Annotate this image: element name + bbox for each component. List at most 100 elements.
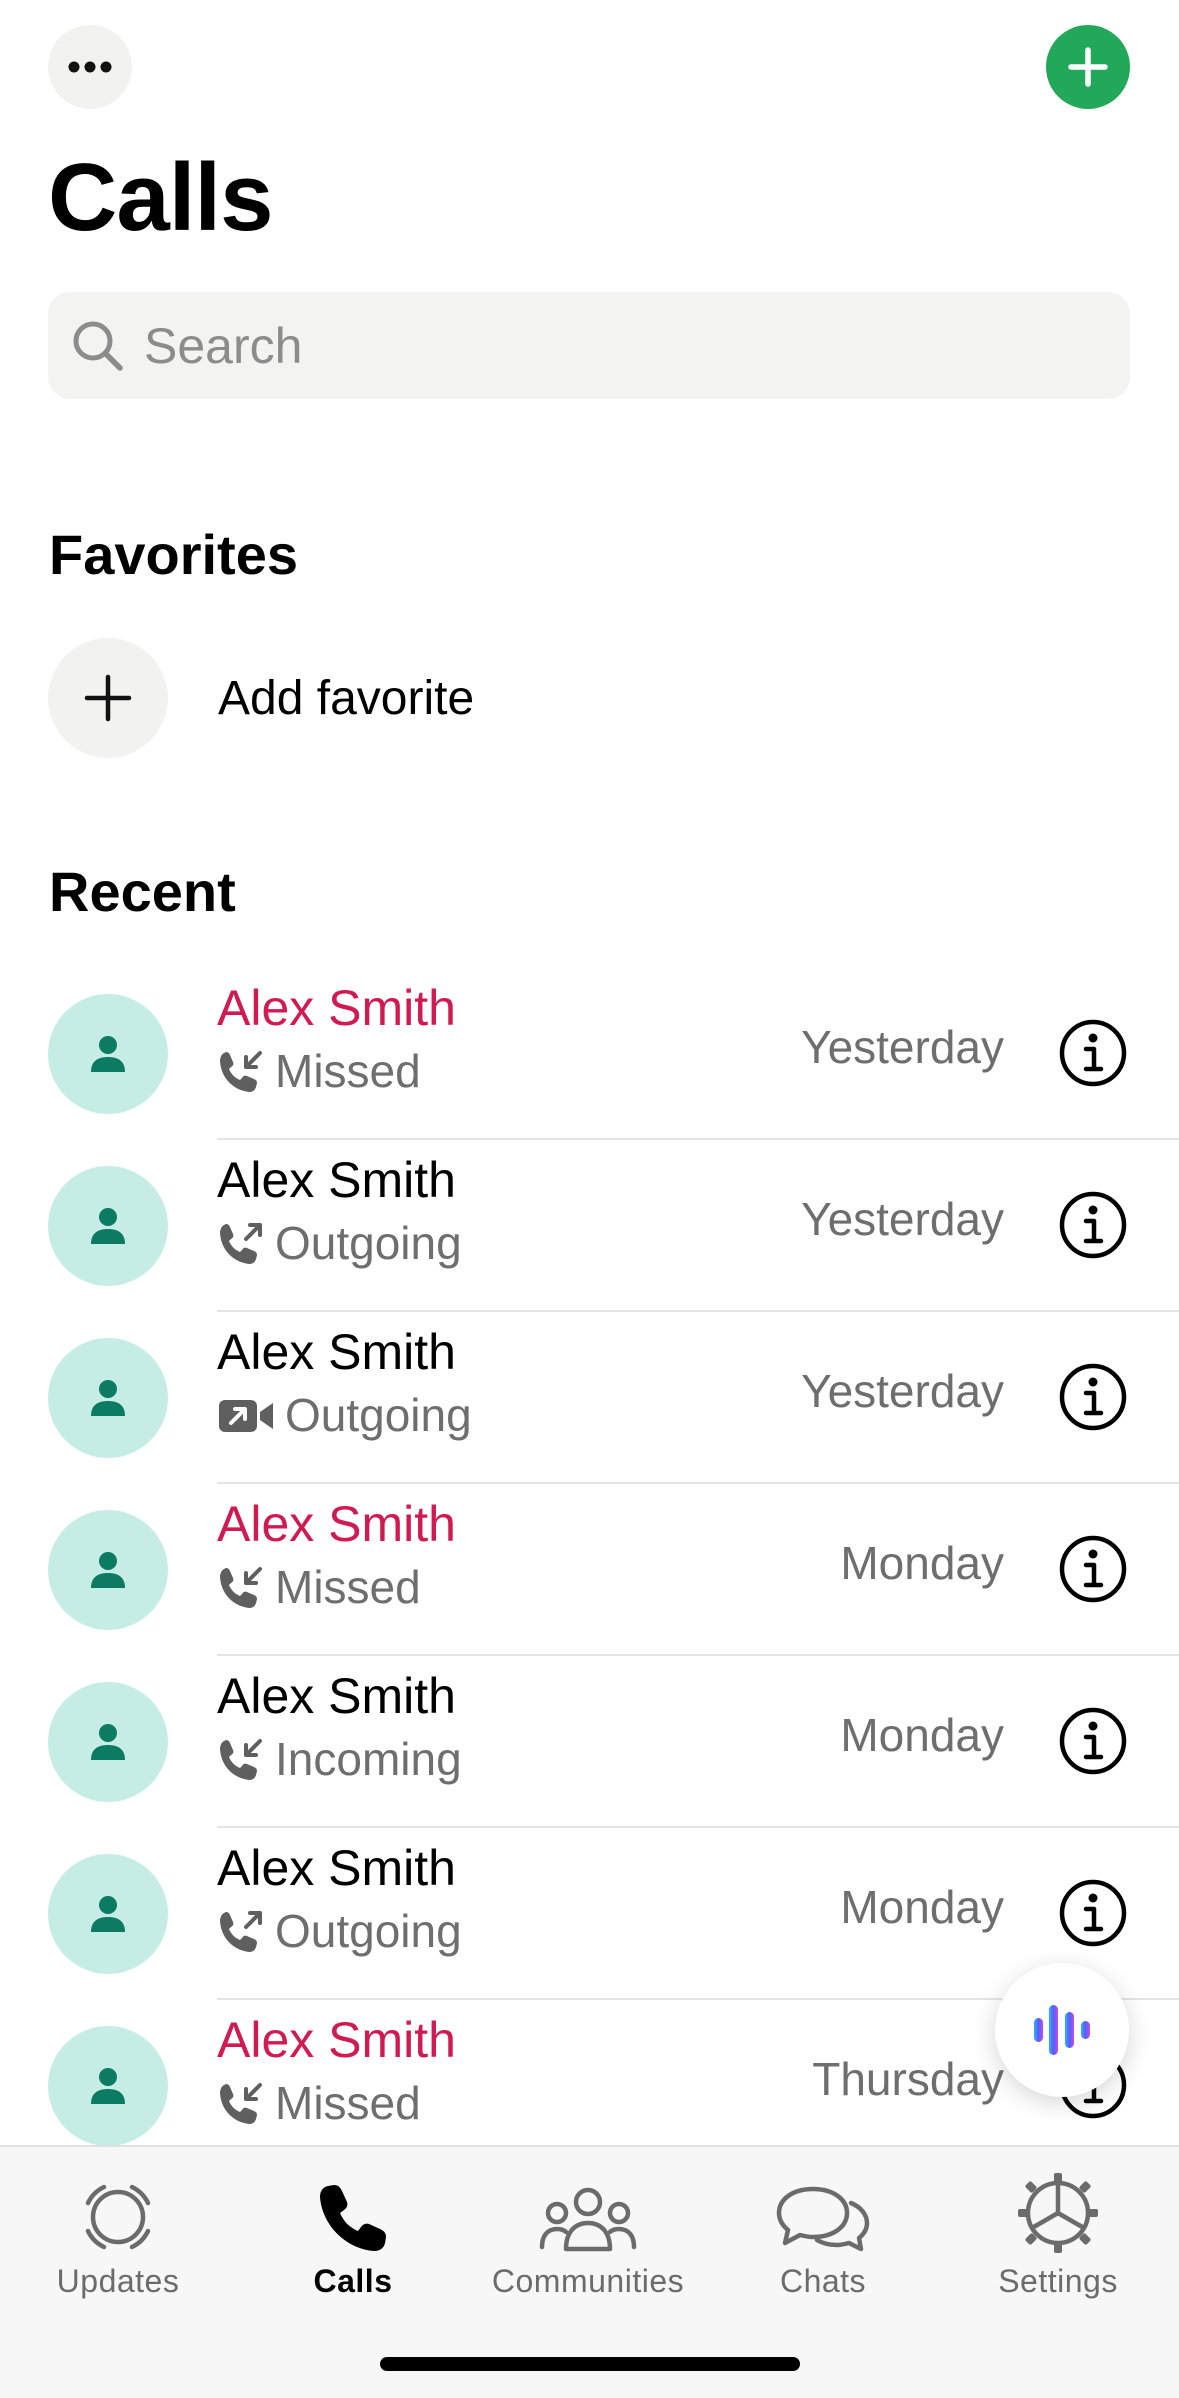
call-time: Monday (840, 1709, 1004, 1761)
add-favorite-label: Add favorite (218, 671, 475, 725)
contact-name: Alex Smith (217, 1840, 456, 1896)
contact-name: Alex Smith (217, 2012, 456, 2068)
video-outgoing-icon (217, 1396, 275, 1436)
communities-icon (539, 2187, 637, 2252)
person-icon (86, 2064, 130, 2108)
search-icon (70, 318, 126, 374)
call-type-label: Missed (275, 1045, 421, 1097)
home-indicator (380, 2357, 800, 2371)
plus-icon (1068, 47, 1108, 87)
call-type-label: Outgoing (285, 1389, 472, 1441)
contact-name: Alex Smith (217, 1152, 456, 1208)
call-row[interactable]: Alex Smith Outgoing Yesterday (0, 1312, 1179, 1484)
new-call-button[interactable] (1046, 25, 1130, 109)
call-type: Outgoing (217, 1904, 462, 1959)
tab-label: Updates (56, 2263, 180, 2299)
updates-icon (85, 2184, 151, 2250)
tab-calls[interactable]: Calls (243, 2165, 463, 2300)
avatar (48, 1338, 168, 1458)
tab-label: Calls (313, 2263, 393, 2299)
person-icon (86, 1548, 130, 1592)
search-input[interactable] (144, 316, 1044, 375)
person-icon (86, 1720, 130, 1764)
call-row[interactable]: Alex Smith Outgoing Yesterday (0, 1140, 1179, 1312)
ellipsis-icon (68, 61, 112, 73)
contact-name: Alex Smith (217, 980, 456, 1036)
info-button[interactable] (1058, 1534, 1128, 1604)
call-type: Outgoing (217, 1388, 472, 1443)
tab-chats[interactable]: Chats (713, 2165, 933, 2300)
info-icon (1058, 1018, 1128, 1088)
call-row[interactable]: Alex Smith Missed Monday (0, 1484, 1179, 1656)
avatar (48, 1510, 168, 1630)
voice-incoming-icon (217, 2080, 265, 2128)
person-icon (86, 1032, 130, 1076)
phone-icon (320, 2185, 386, 2251)
info-button[interactable] (1058, 1018, 1128, 1088)
ai-waveform-icon (1034, 2005, 1090, 2055)
tab-label: Communities (491, 2263, 685, 2299)
call-time: Yesterday (801, 1021, 1004, 1073)
search-bar[interactable] (48, 292, 1130, 399)
page-title: Calls (48, 144, 273, 251)
call-time: Monday (840, 1881, 1004, 1933)
contact-name: Alex Smith (217, 1324, 456, 1380)
contact-name: Alex Smith (217, 1496, 456, 1552)
info-button[interactable] (1058, 1362, 1128, 1432)
recent-section-title: Recent (49, 860, 236, 923)
ai-assistant-button[interactable] (995, 1963, 1129, 2097)
person-icon (86, 1204, 130, 1248)
call-time: Yesterday (801, 1365, 1004, 1417)
info-button[interactable] (1058, 1706, 1128, 1776)
call-type-label: Outgoing (275, 1217, 462, 1269)
settings-icon (1018, 2173, 1098, 2253)
call-row[interactable]: Alex Smith Outgoing Monday (0, 1828, 1179, 2000)
call-type: Missed (217, 1560, 421, 1615)
info-icon (1058, 1190, 1128, 1260)
avatar (48, 994, 168, 1114)
person-icon (86, 1376, 130, 1420)
favorites-section-title: Favorites (49, 523, 298, 586)
avatar (48, 1682, 168, 1802)
info-button[interactable] (1058, 1878, 1128, 1948)
info-icon (1058, 1534, 1128, 1604)
call-time: Yesterday (801, 1193, 1004, 1245)
info-button[interactable] (1058, 1190, 1128, 1260)
avatar (48, 1166, 168, 1286)
avatar (48, 1854, 168, 1974)
voice-incoming-icon (217, 1048, 265, 1096)
add-favorite-icon-circle (48, 638, 168, 758)
call-row[interactable]: Alex Smith Incoming Monday (0, 1656, 1179, 1828)
call-type-label: Missed (275, 2077, 421, 2129)
plus-icon (84, 674, 132, 722)
chats-icon (776, 2186, 870, 2252)
voice-incoming-icon (217, 1564, 265, 1612)
tab-communities[interactable]: Communities (478, 2165, 698, 2300)
info-icon (1058, 1706, 1128, 1776)
call-type: Incoming (217, 1732, 462, 1787)
tab-updates[interactable]: Updates (8, 2165, 228, 2300)
call-type-label: Outgoing (275, 1905, 462, 1957)
tab-label: Chats (779, 2263, 867, 2299)
call-type-label: Missed (275, 1561, 421, 1613)
recent-calls-list: Alex Smith Missed Yesterday Alex Smith Outgo… (0, 968, 1179, 2145)
call-type-label: Incoming (275, 1733, 462, 1785)
info-icon (1058, 1362, 1128, 1432)
add-favorite-button[interactable]: Add favorite (48, 637, 1130, 759)
contact-name: Alex Smith (217, 1668, 456, 1724)
call-time: Thursday (812, 2053, 1004, 2105)
call-time: Monday (840, 1537, 1004, 1589)
info-icon (1058, 1878, 1128, 1948)
tab-bar: Updates Calls Communities Chats Settings (0, 2145, 1179, 2398)
avatar (48, 2026, 168, 2145)
voice-outgoing-icon (217, 1908, 265, 1956)
voice-outgoing-icon (217, 1220, 265, 1268)
call-row[interactable]: Alex Smith Missed Yesterday (0, 968, 1179, 1140)
person-icon (86, 1892, 130, 1936)
tab-settings[interactable]: Settings (948, 2165, 1168, 2300)
call-type: Outgoing (217, 1216, 462, 1271)
call-type: Missed (217, 1044, 421, 1099)
tab-label: Settings (998, 2263, 1118, 2299)
more-options-button[interactable] (48, 25, 132, 109)
voice-incoming-icon (217, 1736, 265, 1784)
